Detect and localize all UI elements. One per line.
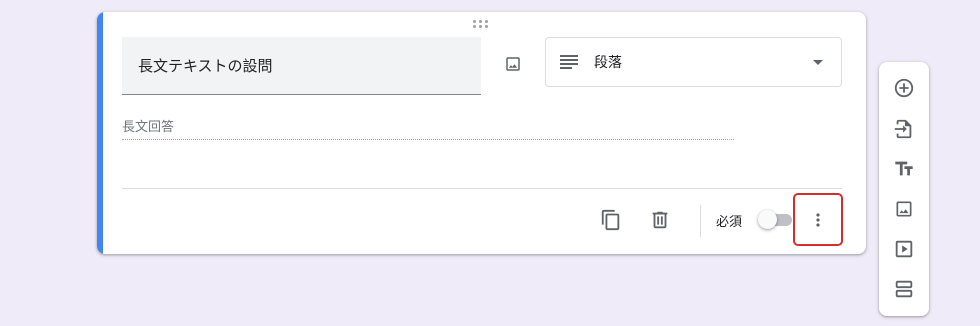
add-question-button[interactable] [888,72,920,104]
add-image-tool-button[interactable] [888,193,920,225]
import-questions-icon [893,118,915,140]
floating-toolbar [879,62,929,316]
required-label: 必須 [716,215,743,230]
title-text-icon [893,158,915,180]
paragraph-lines-icon [560,55,578,69]
toggle-thumb [758,210,777,229]
question-title-input[interactable]: 長文テキストの設問 [122,37,481,95]
drag-handle[interactable] [473,20,489,30]
question-type-label: 段落 [594,55,622,71]
long-answer-placeholder: 長文回答 [122,116,734,140]
image-icon [504,55,522,73]
image-icon [894,199,914,219]
section-icon [893,278,915,300]
add-title-button[interactable] [888,153,920,185]
add-video-button[interactable] [888,233,920,265]
delete-button[interactable] [644,204,676,236]
add-question-icon [893,77,915,99]
caret-down-icon [813,59,823,65]
question-title-text: 長文テキストの設問 [138,57,273,75]
add-section-button[interactable] [888,273,920,305]
copy-icon [600,209,622,231]
video-icon [893,238,915,260]
trash-icon [649,209,671,231]
required-toggle[interactable] [758,209,794,229]
more-vert-icon [808,210,828,230]
duplicate-button[interactable] [595,204,627,236]
footer-vertical-divider [700,205,701,237]
import-questions-button[interactable] [888,113,920,145]
footer-divider [122,188,842,189]
question-type-dropdown[interactable]: 段落 [545,37,842,87]
question-footer: 必須 [97,193,866,246]
more-options-button[interactable] [793,193,843,246]
question-card[interactable]: 長文テキストの設問 段落 長文回答 必須 [97,12,866,254]
add-image-button[interactable] [497,48,529,80]
